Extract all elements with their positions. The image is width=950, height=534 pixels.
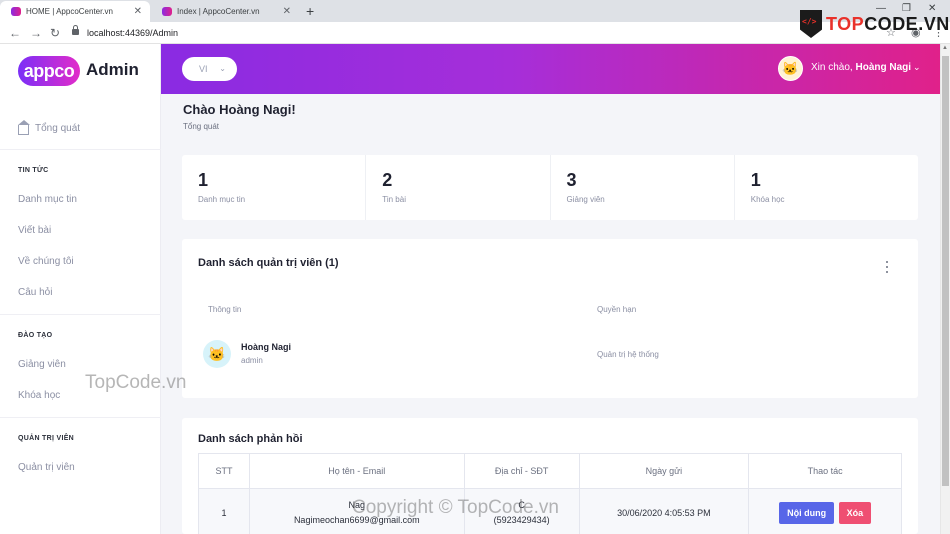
cell-actions: Nội dung Xóa	[748, 488, 902, 534]
appco-favicon-icon	[11, 7, 21, 16]
browser-tab-title: HOME | AppcoCenter.vn	[26, 7, 114, 16]
greeting-text: Xin chào,	[811, 62, 853, 73]
more-options-icon[interactable]	[882, 260, 892, 274]
language-value: VI	[199, 64, 208, 74]
topbar: VI ⌄ 🐱 Xin chào, Hoàng Nagi ⌄	[161, 44, 940, 94]
sidebar-item-administrators[interactable]: Quản trị viên	[18, 462, 75, 473]
avatar[interactable]: 🐱	[778, 56, 803, 81]
sidebar-item-questions[interactable]: Câu hỏi	[18, 287, 52, 298]
browser-tab-home[interactable]: HOME | AppcoCenter.vn ✕	[0, 1, 150, 22]
column-header: Ngày gửi	[578, 453, 750, 489]
stat-label: Tin bài	[382, 195, 406, 204]
cell-date: 30/06/2020 4:05:53 PM	[578, 488, 750, 534]
delete-button[interactable]: Xóa	[838, 502, 872, 524]
lock-icon	[72, 25, 79, 35]
forward-icon[interactable]: →	[30, 24, 42, 42]
scroll-up-icon[interactable]: ▲	[942, 45, 948, 51]
divider	[0, 314, 161, 315]
admin-permission: Quản trị hệ thống	[597, 350, 659, 359]
admin-list-card: Danh sách quản trị viên (1) Thông tin Qu…	[182, 239, 918, 398]
brand-logo[interactable]: appco Admin	[18, 54, 158, 88]
close-icon[interactable]: ✕	[283, 1, 291, 22]
cell-stt: 1	[198, 488, 250, 534]
breadcrumb: Tổng quát	[183, 122, 220, 131]
topcode-logo-text: TOPCODE.VN	[826, 14, 950, 34]
sidebar-item-label: Tổng quát	[35, 123, 81, 134]
column-header: STT	[198, 453, 250, 489]
chevron-down-icon[interactable]: ⌄	[913, 62, 921, 73]
stat-news-categories: 1 Danh mục tin	[182, 155, 367, 220]
stat-value: 1	[198, 170, 209, 190]
page-title: Chào Hoàng Nagi!	[183, 102, 296, 117]
stat-label: Danh mục tin	[198, 195, 246, 204]
stat-value: 1	[750, 170, 761, 190]
topcode-shield-icon	[800, 10, 822, 38]
sidebar-item-courses[interactable]: Khóa học	[18, 390, 60, 401]
new-tab-icon[interactable]: +	[306, 0, 314, 22]
language-select[interactable]: VI ⌄	[182, 57, 237, 81]
url-text: localhost:44369/Admin	[87, 28, 179, 38]
scroll-thumb[interactable]	[942, 56, 949, 486]
url-input[interactable]: localhost:44369/Admin	[68, 25, 868, 41]
sidebar-item-lecturers[interactable]: Giảng viên	[18, 359, 66, 370]
scrollbar[interactable]: ▲	[940, 44, 950, 534]
stats-card: 1 Danh mục tin 2 Tin bài 3 Giảng viên 1 …	[182, 155, 918, 220]
home-icon	[18, 120, 30, 135]
watermark-copyright: Copyright © TopCode.vn	[352, 497, 559, 518]
feedback-table: STT Họ tên - Email Địa chỉ - SĐT Ngày gử…	[198, 453, 902, 534]
sidebar-item-overview[interactable]: Tổng quát	[18, 120, 81, 135]
reload-icon[interactable]: ↻	[50, 24, 60, 42]
stat-courses: 1 Khóa học	[735, 155, 918, 220]
admin-role: admin	[241, 356, 263, 365]
appco-favicon-icon	[162, 7, 172, 16]
topcode-logo: TOPCODE.VN	[800, 8, 949, 44]
brand-app-text: appco	[18, 56, 80, 86]
sidebar-section-training: ĐÀO TẠO	[18, 332, 53, 339]
sidebar: appco Admin Tổng quát TIN TỨC Danh mục t…	[0, 44, 161, 534]
column-header-info: Thông tin	[208, 305, 242, 314]
view-content-button[interactable]: Nội dung	[779, 502, 835, 524]
column-header: Thao tác	[748, 453, 902, 489]
stat-value: 2	[382, 170, 393, 190]
close-icon[interactable]: ✕	[134, 1, 142, 22]
stat-label: Giảng viên	[566, 195, 605, 204]
sidebar-section-news: TIN TỨC	[18, 167, 49, 174]
stat-value: 3	[566, 170, 577, 190]
admin-list-title: Danh sách quản trị viên (1)	[198, 257, 339, 269]
admin-name: Hoàng Nagi	[241, 342, 292, 352]
table-header-row: STT Họ tên - Email Địa chỉ - SĐT Ngày gử…	[198, 453, 902, 489]
brand-admin-text: Admin	[86, 60, 139, 79]
divider	[0, 417, 161, 418]
stat-posts: 2 Tin bài	[366, 155, 551, 220]
column-header: Họ tên - Email	[248, 453, 465, 489]
sidebar-section-admins: QUẢN TRỊ VIÊN	[18, 435, 75, 442]
sidebar-item-news-categories[interactable]: Danh mục tin	[18, 194, 77, 205]
chevron-down-icon: ⌄	[219, 64, 226, 73]
browser-tab-title: Index | AppcoCenter.vn	[177, 7, 260, 16]
column-header: Địa chỉ - SĐT	[463, 453, 580, 489]
stat-lecturers: 3 Giảng viên	[551, 155, 735, 220]
watermark-text: TopCode.vn	[85, 372, 187, 393]
sidebar-item-write-post[interactable]: Viết bài	[18, 225, 51, 236]
browser-tab-index[interactable]: Index | AppcoCenter.vn ✕	[151, 1, 299, 22]
feedback-list-title: Danh sách phản hồi	[198, 433, 303, 445]
stat-label: Khóa học	[750, 195, 785, 204]
user-name: Hoàng Nagi	[855, 62, 912, 73]
user-greeting[interactable]: Xin chào, Hoàng Nagi	[811, 62, 911, 73]
column-header-permission: Quyền hạn	[597, 305, 637, 314]
sidebar-item-about-us[interactable]: Về chúng tôi	[18, 256, 74, 267]
divider	[0, 149, 161, 150]
back-icon[interactable]: ←	[9, 24, 21, 42]
avatar: 🐱	[203, 340, 231, 368]
